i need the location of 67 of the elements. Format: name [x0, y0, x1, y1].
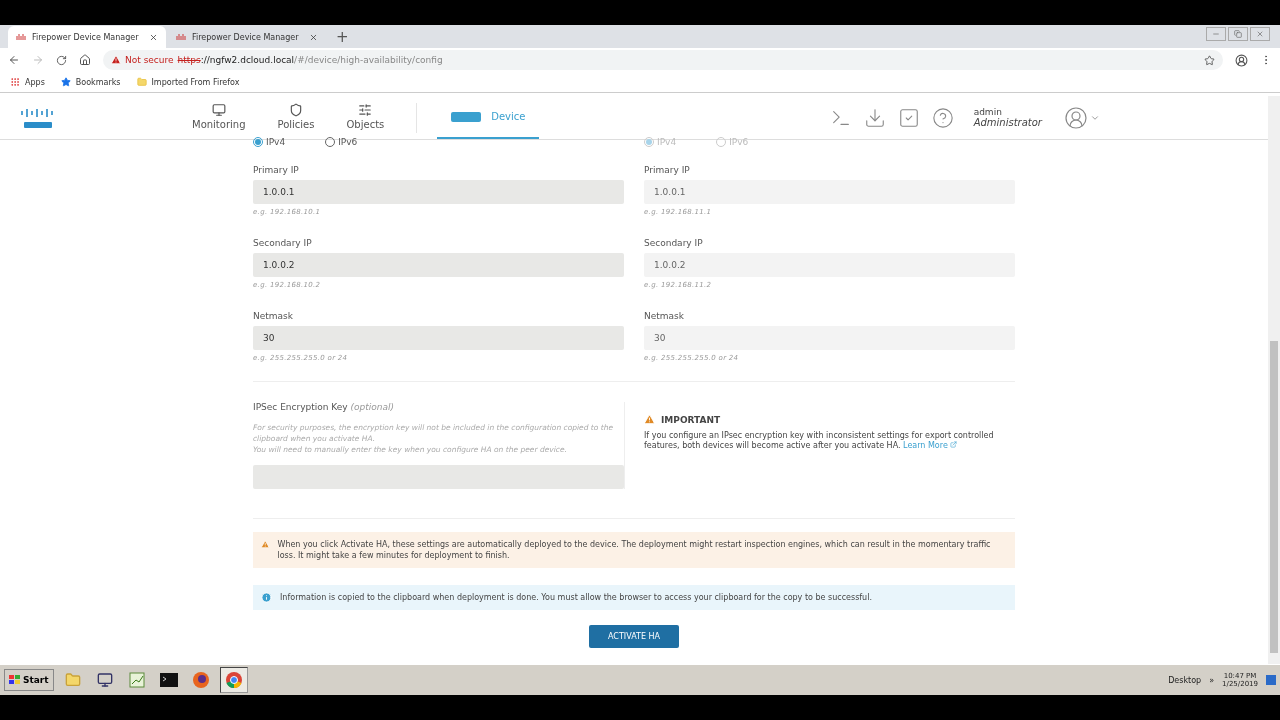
toolbar-chevron[interactable]: »: [1209, 675, 1215, 685]
taskbar-chrome-icon[interactable]: [219, 667, 248, 693]
input-field[interactable]: 1.0.0.2: [253, 253, 624, 277]
external-link-icon: [950, 441, 958, 448]
star-icon: [60, 77, 71, 87]
nav-tab[interactable]: Policies: [261, 96, 331, 139]
start-button[interactable]: Start: [4, 669, 54, 691]
profile-icon[interactable]: [1235, 53, 1248, 67]
close-icon[interactable]: [309, 32, 318, 42]
monitor-icon: [211, 103, 226, 117]
field-label: Secondary IP: [644, 238, 704, 248]
nav-tab[interactable]: Monitoring: [176, 96, 262, 139]
windows-logo-icon: [9, 675, 21, 685]
input-field[interactable]: 30: [253, 326, 624, 350]
important-text: If you configure an IPsec encryption key with inconsistent settings for export controlled features, both devices will become active after you activate HA. Learn More: [644, 431, 995, 451]
address-bar[interactable]: Not secure https://ngfw2.dcloud.local/#/device/high-availability/config: [103, 50, 1223, 70]
restore-button[interactable]: [1228, 27, 1248, 41]
field-label: Netmask: [253, 311, 294, 321]
url-text: https://ngfw2.dcloud.local/#/device/high-availability/config: [177, 55, 443, 65]
warning-icon: [644, 414, 655, 425]
desktop-label[interactable]: Desktop: [1168, 675, 1202, 685]
input-field[interactable]: [253, 465, 624, 489]
shield-icon: [289, 103, 303, 117]
new-tab-button[interactable]: +: [336, 26, 349, 48]
reload-icon[interactable]: [56, 54, 67, 66]
close-icon[interactable]: [149, 32, 158, 42]
field-label: Netmask: [644, 311, 685, 321]
user-name: admin: [973, 107, 1003, 117]
ip-version-radio[interactable]: IPv6: [325, 137, 358, 147]
task-list-icon[interactable]: [897, 106, 920, 129]
bookmark-item[interactable]: Apps: [10, 77, 45, 87]
help-icon[interactable]: [931, 106, 954, 129]
activate-button[interactable]: ACTIVATE HA: [589, 625, 679, 648]
notice-text: Information is copied to the clipboard when deployment is done. You must allow the browser to access your clipboard for the copy to be successful.: [280, 592, 872, 603]
nav-tab[interactable]: Objects: [330, 96, 401, 139]
field-label: IPSec Encryption Key (optional): [253, 402, 395, 412]
sliders-icon: [358, 103, 373, 117]
avatar-icon[interactable]: [1064, 105, 1088, 130]
apps-icon: [10, 77, 20, 87]
close-icon: [1256, 30, 1264, 38]
bookmark-item[interactable]: Imported From Firefox: [136, 77, 240, 87]
important-title: IMPORTANT: [644, 414, 1015, 425]
notice-text: When you click Activate HA, these settings are automatically deployed to the device. The deployment might restart inspection engines, which can result in the momentary traffic loss. It might take a few minutes for deployment to finish.: [277, 539, 992, 561]
folder-icon: [136, 77, 147, 87]
download-icon[interactable]: [863, 106, 886, 129]
info-icon: [261, 592, 272, 603]
minimize-button[interactable]: [1206, 27, 1226, 41]
browser-tab[interactable]: Firepower Device Manager: [8, 26, 166, 48]
restore-icon: [1234, 30, 1242, 38]
input-field[interactable]: 1.0.0.1: [253, 180, 624, 204]
warning-icon: [261, 539, 270, 550]
field-label: Primary IP: [253, 165, 300, 175]
minimize-icon: [1212, 30, 1220, 38]
device-icon: [451, 111, 482, 122]
user-role: Administrator: [973, 117, 1042, 128]
ip-version-radio[interactable]: IPv4: [253, 137, 286, 147]
close-window-button[interactable]: [1250, 27, 1270, 41]
scrollbar[interactable]: [1268, 96, 1280, 664]
bookmark-item[interactable]: Bookmarks: [60, 77, 121, 87]
browser-tab[interactable]: Firepower Device Manager: [168, 26, 326, 48]
bookmark-star-icon[interactable]: [1204, 54, 1215, 66]
security-label: Not secure: [125, 55, 174, 65]
field-label: Primary IP: [644, 165, 691, 175]
field-label: Secondary IP: [253, 238, 313, 248]
back-icon[interactable]: [8, 54, 20, 66]
warning-icon: [111, 55, 121, 65]
home-icon[interactable]: [79, 54, 91, 66]
